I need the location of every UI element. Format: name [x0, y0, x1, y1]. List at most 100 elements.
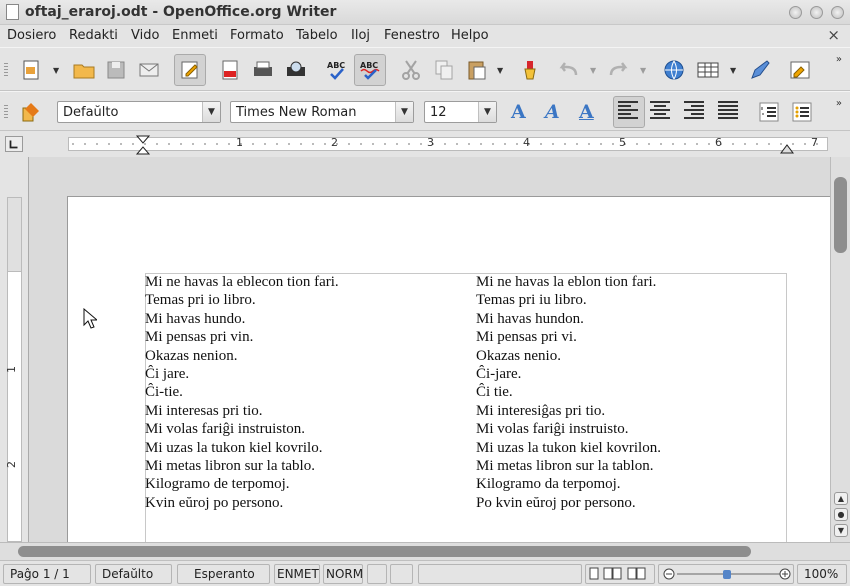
menu-tools[interactable]: Iloj: [351, 28, 370, 43]
font-size-combo[interactable]: 12 ▼: [424, 101, 497, 123]
redo-icon[interactable]: [607, 58, 631, 82]
table-cell-line[interactable]: Ĉi tie.: [476, 383, 661, 401]
table-cell-line[interactable]: Mi metas libron sur la tablon.: [476, 457, 661, 475]
ruler-strip[interactable]: [68, 137, 828, 151]
zoom-slider[interactable]: [658, 564, 794, 584]
paste-dropdown-arrow[interactable]: ▼: [497, 67, 505, 75]
menu-edit[interactable]: Redakti: [69, 28, 118, 43]
indent-marker-icon[interactable]: [136, 135, 150, 155]
menu-format[interactable]: Formato: [230, 28, 284, 43]
insert-mode-indicator[interactable]: ENMET: [274, 564, 320, 584]
table-cell-line[interactable]: Mi havas hundon.: [476, 310, 661, 328]
paragraph-style-combo[interactable]: Defaŭlto ▼: [57, 101, 221, 123]
bold-button[interactable]: A: [511, 101, 526, 123]
toolbar-grip[interactable]: [4, 105, 8, 119]
table-cell-line[interactable]: Kilogramo da terpomoj.: [476, 475, 661, 493]
document-canvas[interactable]: Mi ne havas la eblecon tion fari. Temas p…: [28, 157, 831, 543]
vertical-ruler[interactable]: 1 2: [0, 157, 28, 542]
table-column-left[interactable]: Mi ne havas la eblecon tion fari. Temas p…: [145, 273, 339, 512]
tab-type-selector[interactable]: [5, 136, 23, 152]
table-cell-line[interactable]: Mi ne havas la eblecon tion fari.: [145, 273, 339, 291]
email-icon[interactable]: [137, 58, 161, 82]
table-cell-line[interactable]: Po kvin eŭroj por persono.: [476, 494, 661, 512]
page-style-indicator[interactable]: Defaŭlto: [95, 564, 172, 584]
print-preview-icon[interactable]: [284, 58, 308, 82]
horizontal-scrollbar[interactable]: [0, 542, 850, 560]
paste-icon[interactable]: [465, 58, 489, 82]
table-cell-line[interactable]: Mi uzas la tukon kiel kovrilo.: [145, 439, 339, 457]
menu-window[interactable]: Fenestro: [384, 28, 440, 43]
table-cell-line[interactable]: Mi pensas pri vi.: [476, 328, 661, 346]
chevron-down-icon[interactable]: ▼: [395, 102, 413, 122]
redo-dropdown-arrow[interactable]: ▼: [640, 67, 648, 75]
horizontal-scroll-thumb[interactable]: [18, 546, 751, 557]
navigator-icon[interactable]: [788, 58, 812, 82]
table-cell-line[interactable]: Ĉi jare.: [145, 365, 339, 383]
edit-file-icon[interactable]: [178, 58, 202, 82]
show-draw-functions-icon[interactable]: [748, 58, 772, 82]
close-window-button[interactable]: [831, 6, 844, 19]
print-icon[interactable]: [251, 58, 275, 82]
copy-icon[interactable]: [432, 58, 456, 82]
menu-insert[interactable]: Enmeti: [172, 28, 218, 43]
table-cell-line[interactable]: Mi uzas la tukon kiel kovrilon.: [476, 439, 661, 457]
menu-help[interactable]: Helpo: [451, 28, 489, 43]
new-document-icon[interactable]: [20, 58, 44, 82]
spellcheck-icon[interactable]: ABC: [325, 58, 349, 82]
minimize-button[interactable]: [789, 6, 802, 19]
toolbar-overflow-icon[interactable]: »: [836, 98, 842, 109]
table-cell-line[interactable]: Okazas nenion.: [145, 347, 339, 365]
table-cell-line[interactable]: Mi volas fariĝi instruiston.: [145, 420, 339, 438]
navigation-button[interactable]: ●: [834, 508, 848, 521]
table-cell-line[interactable]: Mi interesiĝas pri tio.: [476, 402, 661, 420]
toolbar-grip[interactable]: [4, 63, 8, 77]
toolbar-overflow-icon[interactable]: »: [836, 54, 842, 65]
table-cell-line[interactable]: Temas pri io libro.: [145, 291, 339, 309]
clone-formatting-icon[interactable]: [518, 58, 542, 82]
styles-formatting-icon[interactable]: [20, 100, 44, 124]
table-dropdown-arrow[interactable]: ▼: [730, 67, 738, 75]
table-cell-line[interactable]: Mi interesas pri tio.: [145, 402, 339, 420]
chevron-down-icon[interactable]: ▼: [202, 102, 220, 122]
zoom-level[interactable]: 100%: [797, 564, 847, 584]
previous-page-button[interactable]: ▲: [834, 492, 848, 505]
export-pdf-icon[interactable]: [218, 58, 242, 82]
cut-icon[interactable]: [399, 58, 423, 82]
align-center-icon[interactable]: [650, 101, 672, 123]
font-name-combo[interactable]: Times New Roman ▼: [230, 101, 414, 123]
maximize-button[interactable]: [810, 6, 823, 19]
view-layout-buttons[interactable]: [585, 564, 655, 584]
horizontal-ruler[interactable]: 1 2 3 4 5 6 7: [0, 131, 850, 157]
document-page[interactable]: Mi ne havas la eblecon tion fari. Temas p…: [67, 196, 831, 543]
table-cell-line[interactable]: Temas pri iu libro.: [476, 291, 661, 309]
menu-view[interactable]: Vido: [131, 28, 159, 43]
autospellcheck-icon[interactable]: ABC: [358, 58, 382, 82]
table-cell-line[interactable]: Okazas nenio.: [476, 347, 661, 365]
bullets-icon[interactable]: [790, 100, 814, 124]
menu-file[interactable]: Dosiero: [7, 28, 56, 43]
undo-dropdown-arrow[interactable]: ▼: [590, 67, 598, 75]
italic-button[interactable]: A: [545, 101, 560, 123]
undo-icon[interactable]: [556, 58, 580, 82]
align-left-icon[interactable]: [618, 101, 640, 123]
table-cell-line[interactable]: Mi havas hundo.: [145, 310, 339, 328]
underline-button[interactable]: A: [579, 101, 594, 123]
insert-table-icon[interactable]: [696, 58, 720, 82]
close-document-button[interactable]: ×: [827, 26, 840, 44]
table-cell-line[interactable]: Ĉi-jare.: [476, 365, 661, 383]
new-dropdown-arrow[interactable]: ▼: [53, 67, 61, 75]
page-indicator[interactable]: Paĝo 1 / 1: [3, 564, 91, 584]
menu-table[interactable]: Tabelo: [296, 28, 338, 43]
numbering-icon[interactable]: [757, 100, 781, 124]
table-cell-line[interactable]: Mi pensas pri vin.: [145, 328, 339, 346]
table-cell-line[interactable]: Mi metas libron sur la tablo.: [145, 457, 339, 475]
view-layout-icon[interactable]: [588, 565, 652, 581]
table-cell-line[interactable]: Kvin eŭroj po persono.: [145, 494, 339, 512]
table-cell-line[interactable]: Kilogramo de terpomoj.: [145, 475, 339, 493]
open-folder-icon[interactable]: [72, 58, 96, 82]
chevron-down-icon[interactable]: ▼: [478, 102, 496, 122]
table-cell-line[interactable]: Mi volas fariĝi instruisto.: [476, 420, 661, 438]
save-icon[interactable]: [104, 58, 128, 82]
align-right-icon[interactable]: [684, 101, 706, 123]
next-page-button[interactable]: ▼: [834, 524, 848, 537]
